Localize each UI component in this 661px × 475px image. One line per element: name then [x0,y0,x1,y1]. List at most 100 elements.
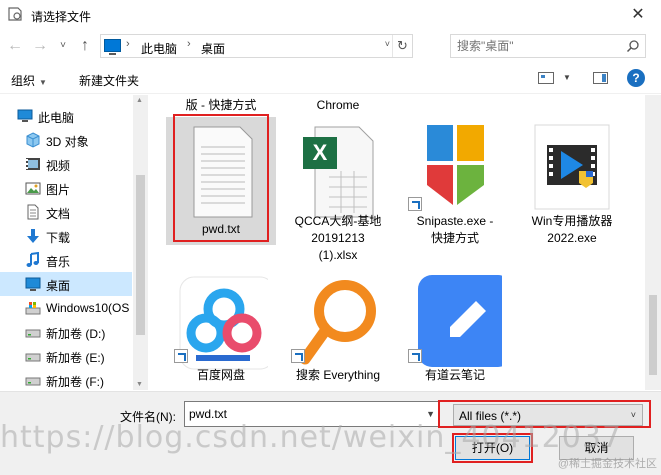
sidebar-item-label: Windows10(OS [46,301,130,315]
drive-icon [25,329,41,338]
search-box[interactable] [450,34,646,58]
file-item-baidu-netdisk[interactable]: 百度网盘 [166,273,276,389]
recent-locations-button[interactable]: ˅ [52,34,74,58]
sidebar-scrollbar[interactable]: ▲ ▼ [133,95,148,390]
sidebar-item-desktop[interactable]: 桌面 [0,272,132,296]
shortcut-arrow-icon [174,349,188,363]
filename-input[interactable] [185,402,421,426]
dialog-icon [8,7,22,21]
navigation-pane: 此电脑 3D 对象 视频 图片 文档 下载 音乐 桌面 Windows10(OS… [0,95,148,390]
file-label-line: 20191213 [311,231,365,245]
file-label-line: Snipaste.exe - [416,214,494,228]
sidebar-item-drive-d[interactable]: 新加卷 (D:) [0,320,132,344]
up-button[interactable]: ↑ [74,34,96,58]
sidebar-item-downloads[interactable]: 下载 [0,224,132,248]
file-label-line: Win专用播放器 [531,214,613,228]
shortcut-arrow-icon [408,349,422,363]
video-player-icon [534,124,610,210]
sidebar-item-label: 新加卷 (E:) [46,351,105,365]
file-item-youdao-note[interactable]: 有道云笔记 [400,273,510,389]
baidu-netdisk-icon [179,276,268,370]
file-list: 版 - 快捷方式 Chrome pwd.txt X QCCA大纲-基地 2019… [149,95,645,390]
sidebar-item-drive-c[interactable]: Windows10(OS [0,296,132,320]
sidebar-item-pictures[interactable]: 图片 [0,176,132,200]
sidebar-item-3d-objects[interactable]: 3D 对象 [0,128,132,152]
file-label-partial[interactable]: 版 - 快捷方式 [166,97,276,114]
file-label-line: QCCA大纲-基地 [294,214,382,228]
search-icon [626,40,639,53]
snipaste-icon [427,125,484,205]
sidebar-item-label: 桌面 [46,279,71,293]
sidebar-item-this-pc[interactable]: 此电脑 [0,104,132,128]
chevron-right-icon: › [126,38,130,50]
scroll-down-icon[interactable]: ▼ [136,381,143,388]
filename-combobox[interactable]: ▼ [184,401,440,427]
music-icon [26,252,39,267]
drive-icon [25,377,41,386]
excel-file-icon: X [303,126,374,218]
sidebar-item-label: 文档 [46,207,71,221]
drive-c-icon [25,302,41,315]
forward-button[interactable]: → [29,34,51,58]
sidebar-item-label: 视频 [46,159,71,173]
annotation-highlight [452,433,533,463]
youdao-note-icon [418,275,502,367]
sidebar-item-videos[interactable]: 视频 [0,152,132,176]
svg-text:X: X [313,140,328,165]
pc-icon [104,39,121,55]
pc-icon [17,109,33,122]
file-item-xlsx[interactable]: X QCCA大纲-基地 20191213 (1).xlsx [283,117,393,277]
sidebar-item-label: 图片 [46,183,71,197]
sidebar-item-label: 新加卷 (F:) [46,375,104,389]
help-icon[interactable]: ? [627,69,645,87]
file-label-line: 有道云笔记 [424,368,485,382]
back-button[interactable]: ← [4,34,26,58]
sidebar-item-label: 下载 [46,231,71,245]
sidebar-item-drive-f[interactable]: 新加卷 (F:) [0,368,132,390]
change-view-icon[interactable] [538,72,554,84]
sidebar-item-label: 此电脑 [38,111,75,125]
refresh-button[interactable]: ↻ [392,35,412,57]
chevron-down-icon[interactable]: ▼ [426,409,435,419]
title-bar: 请选择文件 ✕ [0,0,661,32]
chevron-down-icon: ▼ [39,78,47,87]
downloads-icon [27,229,39,243]
file-label-line: 百度网盘 [196,368,245,382]
desktop-icon [25,277,41,291]
file-label-line: (1).xlsx [318,248,358,262]
documents-icon [27,204,39,220]
annotation-highlight [173,114,269,242]
sidebar-item-label: 新加卷 (D:) [46,327,106,341]
preview-pane-icon[interactable] [593,72,608,84]
file-item-snipaste[interactable]: Snipaste.exe - 快捷方式 [400,117,510,257]
breadcrumb-desktop[interactable]: 桌面 [201,40,225,57]
sidebar-item-documents[interactable]: 文档 [0,200,132,224]
navigation-bar: ← → ˅ ↑ › 此电脑 › 桌面 ˅ ↻ [0,32,661,60]
file-list-scrollbar[interactable] [645,95,661,390]
new-folder-button[interactable]: 新建文件夹 [79,72,139,89]
chevron-down-icon[interactable]: ▼ [563,73,571,82]
scrollbar-thumb[interactable] [649,295,657,375]
cancel-button[interactable]: 取消 [559,436,634,460]
chevron-right-icon: › [187,38,191,50]
filename-label: 文件名(N): [120,410,176,424]
file-label-line: 2022.exe [547,231,597,245]
address-bar[interactable]: › 此电脑 › 桌面 ˅ ↻ [100,34,413,58]
organize-button[interactable]: 组织 ▼ [11,72,47,89]
organize-label: 组织 [11,74,36,88]
close-button[interactable]: ✕ [615,0,661,30]
search-input[interactable] [451,35,621,57]
file-name-panel: 文件名(N): ▼ All files (*.*) ˅ 打开(O) 取消 [0,391,661,475]
file-item-everything[interactable]: 搜索 Everything [283,273,393,389]
sidebar-item-music[interactable]: 音乐 [0,248,132,272]
file-label-partial[interactable]: Chrome [283,97,393,114]
scrollbar-thumb[interactable] [136,175,145,335]
file-item-win-player[interactable]: Win专用播放器 2022.exe [517,117,627,257]
3d-objects-icon [26,132,40,148]
sidebar-item-drive-e[interactable]: 新加卷 (E:) [0,344,132,368]
breadcrumb-this-pc[interactable]: 此电脑 [141,40,177,57]
everything-search-icon [299,280,376,365]
chevron-down-icon[interactable]: ˅ [385,39,390,49]
scroll-up-icon[interactable]: ▲ [136,97,143,104]
sidebar-item-label: 音乐 [46,255,71,269]
